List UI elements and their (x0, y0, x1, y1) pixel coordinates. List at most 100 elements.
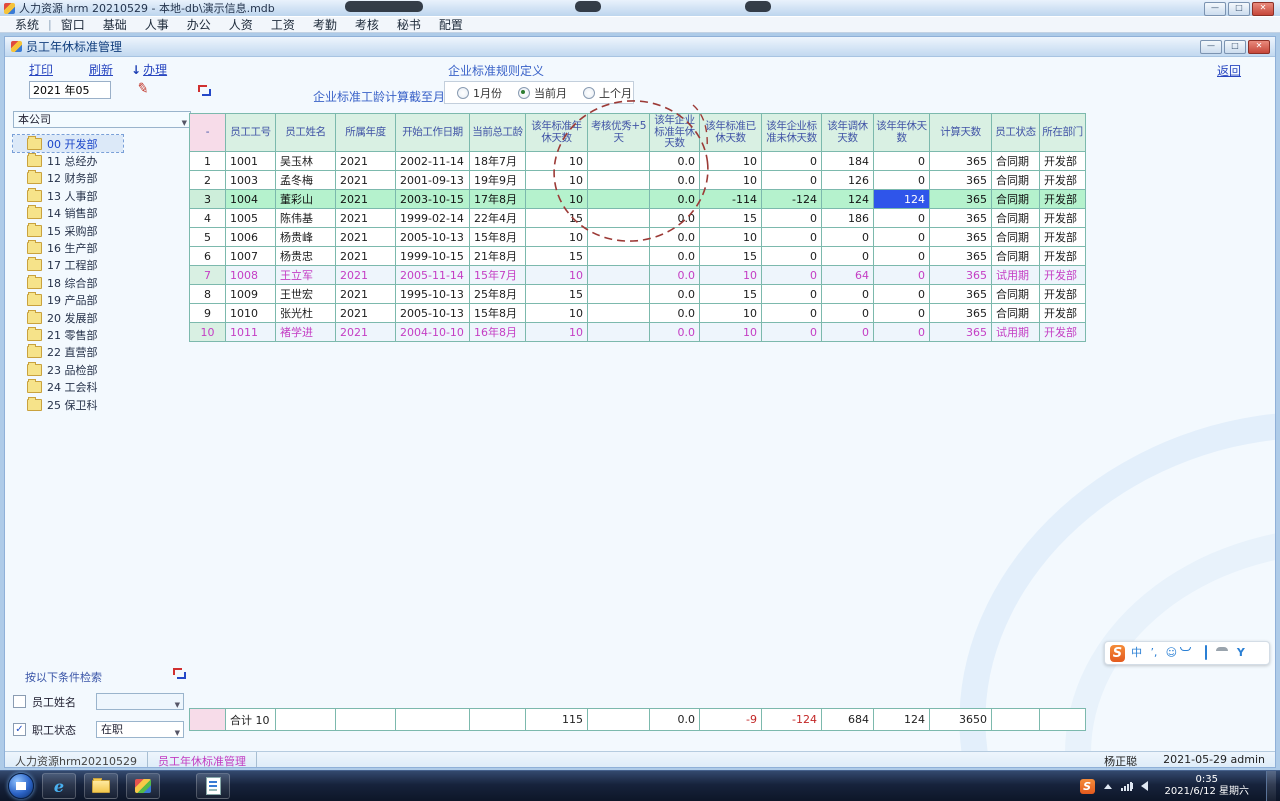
table-cell[interactable]: 184 (822, 152, 874, 171)
tree-item-1[interactable]: 11 总经办 (13, 152, 191, 169)
table-cell[interactable]: 2021 (336, 285, 396, 304)
table-cell[interactable]: 1011 (226, 323, 276, 342)
menu-item-4[interactable]: 办公 (178, 16, 220, 33)
table-cell[interactable]: 0 (874, 152, 930, 171)
table-cell[interactable]: 开发部 (1040, 285, 1086, 304)
punctuation-icon[interactable]: ’, (1148, 646, 1159, 660)
table-cell[interactable]: 1004 (226, 190, 276, 209)
period-input[interactable] (29, 81, 111, 99)
menu-item-1[interactable]: 窗口 (52, 16, 94, 33)
table-cell[interactable]: 10 (700, 323, 762, 342)
table-cell[interactable]: 0.0 (650, 171, 700, 190)
table-cell[interactable]: 0.0 (650, 323, 700, 342)
table-cell[interactable]: 3 (190, 190, 226, 209)
table-cell[interactable]: 2021 (336, 304, 396, 323)
table-cell[interactable]: 365 (930, 171, 992, 190)
sogou-tray-icon[interactable]: S (1080, 779, 1095, 794)
table-cell[interactable]: 15 (526, 285, 588, 304)
table-cell[interactable]: 2021 (336, 190, 396, 209)
table-cell[interactable]: 15年7月 (470, 266, 526, 285)
tree-item-4[interactable]: 14 销售部 (13, 205, 191, 222)
child-close-button[interactable]: ✕ (1248, 40, 1270, 54)
back-button[interactable]: 返回 (1217, 62, 1241, 79)
table-cell[interactable]: 16年8月 (470, 323, 526, 342)
hidden-icons-arrow[interactable] (1104, 784, 1112, 789)
table-cell[interactable]: 2002-11-14 (396, 152, 470, 171)
menu-item-0[interactable]: 系统 (6, 16, 48, 33)
employee-status-combo[interactable]: 在职 ▼ (96, 721, 184, 738)
table-cell[interactable]: 董彩山 (276, 190, 336, 209)
menu-item-9[interactable]: 秘书 (388, 16, 430, 33)
maximize-button[interactable]: □ (1228, 2, 1250, 16)
tree-item-10[interactable]: 20 发展部 (13, 309, 191, 326)
table-cell[interactable]: 0 (822, 304, 874, 323)
table-cell[interactable]: 合同期 (992, 304, 1040, 323)
table-cell[interactable]: 18年7月 (470, 152, 526, 171)
table-cell[interactable]: 0 (822, 228, 874, 247)
table-cell[interactable]: 15 (700, 209, 762, 228)
table-cell[interactable]: 0 (762, 152, 822, 171)
child-restore-button[interactable]: □ (1224, 40, 1246, 54)
table-cell[interactable]: 1003 (226, 171, 276, 190)
table-cell[interactable]: 0 (874, 304, 930, 323)
table-cell[interactable]: 0.0 (650, 209, 700, 228)
table-cell[interactable]: 试用期 (992, 266, 1040, 285)
menu-item-10[interactable]: 配置 (430, 16, 472, 33)
tree-item-5[interactable]: 15 采购部 (13, 222, 191, 239)
table-cell[interactable]: 1010 (226, 304, 276, 323)
table-cell[interactable]: 365 (930, 209, 992, 228)
table-cell[interactable] (588, 209, 650, 228)
table-cell[interactable]: 365 (930, 285, 992, 304)
table-cell[interactable]: 0 (874, 285, 930, 304)
table-cell[interactable]: 1001 (226, 152, 276, 171)
table-cell[interactable]: 1 (190, 152, 226, 171)
table-cell[interactable]: 10 (526, 323, 588, 342)
menu-item-8[interactable]: 考核 (346, 16, 388, 33)
table-cell[interactable]: 25年8月 (470, 285, 526, 304)
table-cell[interactable]: 合同期 (992, 228, 1040, 247)
table-cell[interactable]: 15年8月 (470, 228, 526, 247)
radio-option-0[interactable]: 1月份 (457, 85, 502, 101)
account-icon[interactable] (1218, 646, 1229, 660)
table-cell[interactable]: 10 (700, 304, 762, 323)
table-cell[interactable]: 0 (874, 266, 930, 285)
table-cell[interactable]: 365 (930, 152, 992, 171)
table-cell[interactable]: 186 (822, 209, 874, 228)
table-cell[interactable]: 杨贵忠 (276, 247, 336, 266)
table-cell[interactable]: 2021 (336, 247, 396, 266)
table-cell[interactable]: 2021 (336, 266, 396, 285)
table-cell[interactable]: 0.0 (650, 228, 700, 247)
table-cell[interactable]: 10 (700, 266, 762, 285)
table-cell[interactable]: 开发部 (1040, 209, 1086, 228)
table-cell[interactable]: 0 (874, 228, 930, 247)
table-cell[interactable]: 9 (190, 304, 226, 323)
table-cell[interactable]: 0 (762, 323, 822, 342)
taskbar-clock[interactable]: 0:35 2021/6/12 星期六 (1157, 774, 1257, 799)
table-cell[interactable]: 2021 (336, 171, 396, 190)
table-cell[interactable]: 10 (190, 323, 226, 342)
print-button[interactable]: 打印 (29, 61, 53, 78)
minimize-button[interactable]: — (1204, 2, 1226, 16)
table-cell[interactable]: 2005-10-13 (396, 228, 470, 247)
start-button[interactable] (8, 773, 34, 799)
tree-item-11[interactable]: 21 零售部 (13, 326, 191, 343)
table-cell[interactable]: 15 (526, 247, 588, 266)
table-cell[interactable]: 10 (526, 171, 588, 190)
table-cell[interactable]: 124 (874, 190, 930, 209)
table-cell[interactable]: 17年8月 (470, 190, 526, 209)
menu-item-6[interactable]: 工资 (262, 16, 304, 33)
table-cell[interactable]: 10 (700, 228, 762, 247)
table-cell[interactable]: 0 (822, 247, 874, 266)
table-cell[interactable]: 0 (874, 323, 930, 342)
search-expand-icon[interactable] (173, 667, 186, 680)
table-cell[interactable]: 365 (930, 247, 992, 266)
column-header[interactable]: 开始工作日期 (396, 114, 470, 152)
table-cell[interactable]: 124 (822, 190, 874, 209)
show-desktop-button[interactable] (1266, 771, 1276, 801)
table-cell[interactable]: 365 (930, 228, 992, 247)
table-cell[interactable] (588, 152, 650, 171)
column-header[interactable]: 考核优秀+5天 (588, 114, 650, 152)
table-cell[interactable] (588, 171, 650, 190)
table-cell[interactable]: 2003-10-15 (396, 190, 470, 209)
table-cell[interactable]: 4 (190, 209, 226, 228)
